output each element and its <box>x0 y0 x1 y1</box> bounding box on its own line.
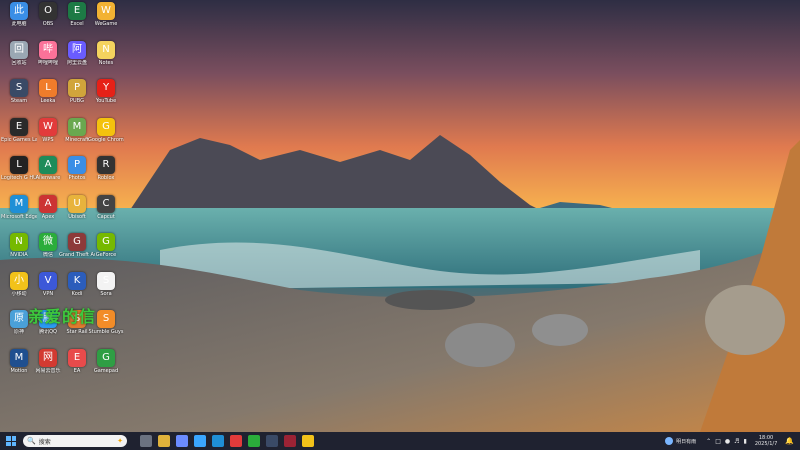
desktop-shortcut-label: Gamepad <box>93 367 119 374</box>
settings-icon[interactable] <box>176 435 188 447</box>
epic-games-icon: E <box>10 117 28 136</box>
app-icon: A <box>39 194 57 213</box>
app-icon: W <box>97 2 115 20</box>
app-icon: L <box>39 79 57 97</box>
desktop-shortcut-label: Stumble Guys <box>88 329 124 335</box>
desktop-shortcut-label: Roblox <box>97 175 115 181</box>
youtube-icon: Y <box>97 79 115 97</box>
logitech-icon: L <box>10 156 28 174</box>
desktop-shortcut[interactable]: Y YouTube <box>89 79 123 115</box>
desktop-shortcut-label: Notes <box>98 59 114 66</box>
search-placeholder: 搜索 <box>38 438 51 446</box>
excel-icon: E <box>68 2 86 20</box>
chrome-icon: G <box>97 117 115 136</box>
desktop-icon-grid: 此此电脑回回收站SSteamEEpic Games LauncherLLogit… <box>0 0 150 418</box>
search-icon: 🔍 <box>27 437 36 445</box>
app-icon: G <box>97 233 115 251</box>
desktop-shortcut[interactable]: R Roblox <box>89 156 123 192</box>
app-icon: S <box>97 271 115 290</box>
note-icon: N <box>97 40 115 59</box>
copilot-icon[interactable] <box>194 435 206 447</box>
desktop-shortcut[interactable]: G GeForce <box>89 233 123 269</box>
desktop-shortcut[interactable]: G Google Chrome <box>88 117 124 154</box>
ea-icon: E <box>68 348 86 367</box>
wps-icon[interactable] <box>230 435 242 447</box>
edge-icon: M <box>10 194 28 213</box>
cloud-icon: 阿 <box>68 40 86 59</box>
desktop: 此此电脑回回收站SSteamEEpic Games LauncherLLogit… <box>0 0 800 450</box>
gta-icon: G <box>68 233 86 251</box>
edge-icon[interactable] <box>212 435 224 447</box>
desktop-shortcut-label: GeForce <box>95 252 117 258</box>
weather-widget[interactable]: 明日有雨 <box>665 437 696 445</box>
computer-icon: 此 <box>10 2 28 20</box>
app-icon: K <box>68 271 86 290</box>
yellow-app-icon[interactable] <box>302 435 314 447</box>
network-icon[interactable]: □ <box>715 438 721 445</box>
clock[interactable]: 18:00 2025/1/7 <box>755 435 777 447</box>
desktop-shortcut-label: Sora <box>100 290 112 297</box>
obs-icon: O <box>39 2 57 20</box>
recycle-bin-icon: 回 <box>10 40 28 59</box>
bilibili-icon: 哔 <box>39 40 57 59</box>
app-icon: P <box>68 79 86 97</box>
minecraft-icon: M <box>68 117 86 136</box>
windows-logo-icon <box>6 436 16 446</box>
app-icon: C <box>97 194 115 213</box>
notification-bell-icon[interactable]: 🔔 <box>785 437 794 445</box>
desktop-shortcut[interactable]: C Capcut <box>89 194 123 231</box>
desktop-shortcut-label: WeGame <box>94 21 118 27</box>
clock-date: 2025/1/7 <box>754 441 778 447</box>
system-icons[interactable]: ⌃ □ ● ♬ ▮ <box>706 438 747 445</box>
system-tray: 明日有雨 ⌃ □ ● ♬ ▮ 18:00 2025/1/7 🔔 <box>665 432 800 450</box>
steam-icon[interactable] <box>266 435 278 447</box>
file-explorer-icon[interactable] <box>158 435 170 447</box>
game-icon: 原 <box>10 310 28 328</box>
app-icon: S <box>97 310 115 328</box>
weather-icon <box>665 437 674 445</box>
start-button[interactable] <box>3 432 19 450</box>
desktop-shortcut-label: Capcut <box>97 213 115 220</box>
volume-icon[interactable]: ♬ <box>734 438 739 445</box>
wifi-icon[interactable]: ● <box>725 438 730 445</box>
terminal-icon[interactable] <box>284 435 296 447</box>
desktop-shortcut[interactable]: S Sora <box>89 271 123 308</box>
app-icon: A <box>39 156 57 174</box>
steam-icon: S <box>10 79 28 97</box>
photos-icon: P <box>68 156 86 174</box>
chevron-up-icon[interactable]: ⌃ <box>706 438 711 445</box>
wechat-icon[interactable] <box>248 435 260 447</box>
wechat-icon: 微 <box>39 233 57 251</box>
app-icon: V <box>39 271 57 290</box>
wps-icon: W <box>39 117 57 136</box>
desktop-shortcut[interactable]: N Notes <box>89 40 123 77</box>
app-icon: M <box>10 348 28 367</box>
desktop-shortcut[interactable]: W WeGame <box>89 2 123 38</box>
desktop-overlay-text: 亲爱的信 <box>28 307 97 326</box>
task-view-icon[interactable] <box>140 435 152 447</box>
desktop-shortcut-label: YouTube <box>95 98 117 104</box>
taskbar: 🔍 搜索 ✦ 明日有雨 ⌃ □ ● ♬ ▮ 18:00 2025/1/7 🔔 <box>0 432 800 450</box>
app-icon: 小 <box>10 271 28 290</box>
weather-text: 明日有雨 <box>676 438 697 445</box>
desktop-shortcut-label: Google Chrome <box>88 136 124 143</box>
taskbar-pinned-apps <box>137 435 317 447</box>
app-icon: G <box>97 348 115 367</box>
desktop-shortcut[interactable]: G Gamepad <box>89 348 123 385</box>
app-icon: R <box>97 156 115 174</box>
app-icon: U <box>68 194 86 213</box>
taskbar-search-box[interactable]: 🔍 搜索 ✦ <box>23 435 127 447</box>
battery-icon[interactable]: ▮ <box>744 438 747 445</box>
music-icon: 网 <box>39 348 57 367</box>
nvidia-icon: N <box>10 233 28 251</box>
copilot-sparkle-icon: ✦ <box>117 437 123 445</box>
